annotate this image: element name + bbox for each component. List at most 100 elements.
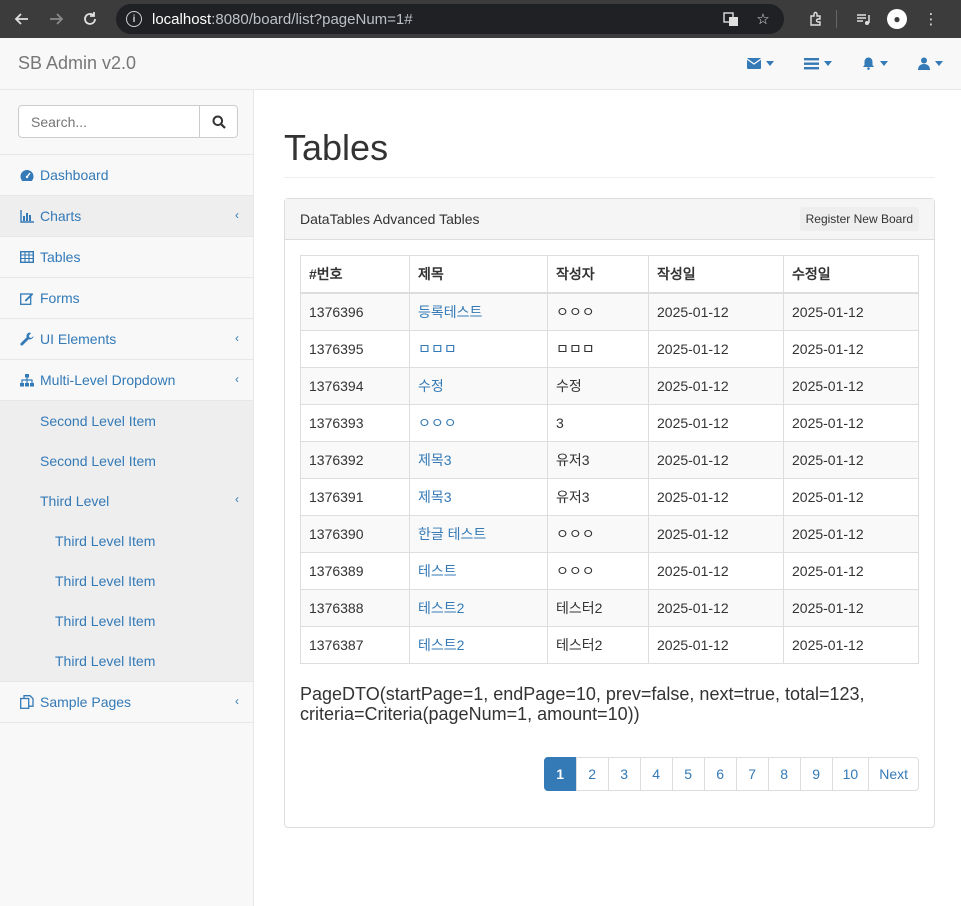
tasks-icon: [804, 57, 819, 70]
multi-level-submenu: Second Level Item Second Level Item Thir…: [0, 401, 253, 682]
media-control-icon[interactable]: [849, 5, 877, 33]
title-cell: 등록테스트: [409, 292, 548, 331]
user-dropdown[interactable]: [918, 57, 943, 70]
sidebar-item-ui-elements[interactable]: UI Elements ‹: [0, 319, 253, 360]
tables-panel: DataTables Advanced Tables Register New …: [284, 197, 935, 828]
title-cell: 테스트: [409, 551, 548, 590]
table-row: 1376393 ㅇㅇㅇ 3 2025-01-12 2025-01-12: [300, 403, 919, 442]
table-cell: 1376393: [300, 403, 410, 442]
table-header-row: #번호 제목 작성자 작성일 수정일: [300, 254, 919, 294]
board-table: #번호 제목 작성자 작성일 수정일 1376396 등록테스트 ㅇㅇㅇ 2025-01-12…: [300, 254, 919, 664]
table-cell: 수정: [547, 366, 649, 405]
table-cell: 2025-01-12: [648, 329, 784, 368]
sidebar-item-label: Sample Pages: [40, 694, 132, 710]
pagination-page[interactable]: 3: [607, 756, 641, 791]
main-content: Tables DataTables Advanced Tables Regist…: [254, 90, 961, 906]
search-input[interactable]: [18, 105, 200, 138]
table-cell: 유저3: [547, 477, 649, 516]
menu-kebab-icon[interactable]: ⋮: [917, 5, 945, 33]
table-cell: 2025-01-12: [648, 588, 784, 627]
table-row: 1376392 제목3 유저3 2025-01-12 2025-01-12: [300, 440, 919, 479]
panel-body: #번호 제목 작성자 작성일 수정일 1376396 등록테스트 ㅇㅇㅇ 2025-01-12…: [285, 240, 934, 806]
sidebar-item-dashboard[interactable]: Dashboard: [0, 155, 253, 196]
table-cell: 2025-01-12: [648, 292, 784, 331]
title-cell: 제목3: [409, 477, 548, 516]
sidebar-item-sample-pages[interactable]: Sample Pages ‹: [0, 682, 253, 723]
table-cell: 테스터2: [547, 588, 649, 627]
board-title-link[interactable]: 수정: [418, 378, 444, 394]
second-level-item[interactable]: Second Level Item: [0, 441, 253, 481]
sidebar-item-tables[interactable]: Tables: [0, 237, 253, 278]
board-title-link[interactable]: 제목3: [418, 452, 452, 468]
board-title-link[interactable]: 테스트: [418, 563, 457, 579]
search-icon: [212, 115, 226, 129]
translate-icon[interactable]: [720, 8, 742, 30]
third-level-item[interactable]: Third Level Item: [0, 641, 253, 681]
brand-title[interactable]: SB Admin v2.0: [18, 53, 717, 74]
board-title-link[interactable]: 등록테스트: [418, 304, 482, 320]
board-title-link[interactable]: 테스트2: [418, 637, 464, 653]
sidebar-item-label: Charts: [40, 208, 82, 224]
back-icon[interactable]: [8, 5, 36, 33]
site-info-icon[interactable]: i: [126, 11, 142, 27]
third-level-toggle[interactable]: Third Level ‹: [0, 481, 253, 521]
pagination-page[interactable]: 7: [735, 756, 769, 791]
wrench-icon: [19, 332, 35, 346]
column-header: 작성일: [648, 254, 784, 294]
caret-down-icon: [880, 61, 888, 66]
sidebar-item-label: Tables: [40, 249, 81, 265]
table-row: 1376394 수정 수정 2025-01-12 2025-01-12: [300, 366, 919, 405]
board-title-link[interactable]: 한글 테스트: [418, 526, 486, 542]
table-cell: 2025-01-12: [783, 551, 919, 590]
page-title: Tables: [284, 127, 389, 168]
dashboard-icon: [19, 169, 35, 182]
search-button[interactable]: [200, 105, 238, 138]
board-title-link[interactable]: ㅇㅇㅇ: [418, 415, 457, 431]
board-title-link[interactable]: 테스트2: [418, 600, 464, 616]
table-cell: 1376394: [300, 366, 410, 405]
table-cell: 2025-01-12: [783, 329, 919, 368]
sidebar-item-charts[interactable]: Charts ‹: [0, 196, 253, 237]
reload-icon[interactable]: [76, 5, 104, 33]
sidebar-item-label: Dashboard: [40, 167, 109, 183]
table-cell: 1376396: [300, 292, 410, 331]
sidebar-item-forms[interactable]: Forms: [0, 278, 253, 319]
third-level-item[interactable]: Third Level Item: [0, 601, 253, 641]
pagination-page[interactable]: 4: [639, 756, 673, 791]
table-cell: 2025-01-12: [783, 403, 919, 442]
alerts-dropdown[interactable]: [862, 57, 888, 70]
address-bar[interactable]: i localhost:8080/board/list?pageNum=1# ☆: [116, 4, 784, 34]
profile-icon[interactable]: ●: [883, 5, 911, 33]
third-level-item[interactable]: Third Level Item: [0, 521, 253, 561]
forward-icon[interactable]: [42, 5, 70, 33]
board-title-link[interactable]: ㅁㅁㅁ: [418, 341, 457, 357]
pagination-page[interactable]: 6: [703, 756, 737, 791]
extensions-icon[interactable]: [802, 5, 830, 33]
title-cell: ㅇㅇㅇ: [409, 403, 548, 442]
pagination-page[interactable]: 1: [543, 756, 577, 791]
pagination-next[interactable]: Next: [868, 756, 919, 791]
table-cell: 2025-01-12: [648, 551, 784, 590]
pagination-page[interactable]: 10: [831, 756, 870, 791]
register-board-button[interactable]: Register New Board: [799, 206, 919, 231]
table-cell: 2025-01-12: [648, 514, 784, 553]
table-cell: 1376391: [300, 477, 410, 516]
pagination-page[interactable]: 8: [767, 756, 801, 791]
board-title-link[interactable]: 제목3: [418, 489, 452, 505]
bookmark-star-icon[interactable]: ☆: [752, 8, 774, 30]
pagination-page[interactable]: 5: [671, 756, 705, 791]
second-level-item[interactable]: Second Level Item: [0, 401, 253, 441]
table-body: 1376396 등록테스트 ㅇㅇㅇ 2025-01-12 2025-01-12 13763…: [300, 292, 919, 664]
table-cell: ㅇㅇㅇ: [547, 514, 649, 553]
top-navbar: SB Admin v2.0: [0, 38, 961, 90]
third-level-item[interactable]: Third Level Item: [0, 561, 253, 601]
tasks-dropdown[interactable]: [804, 57, 832, 70]
pagination-page[interactable]: 9: [799, 756, 833, 791]
messages-dropdown[interactable]: [747, 58, 774, 69]
chevron-left-icon: ‹: [235, 372, 239, 386]
url-text[interactable]: localhost:8080/board/list?pageNum=1#: [152, 11, 710, 28]
envelope-icon: [747, 58, 761, 69]
pagination-page[interactable]: 2: [575, 756, 609, 791]
sidebar-item-multi-level-dropdown[interactable]: Multi-Level Dropdown ‹: [0, 360, 253, 401]
panel-title: DataTables Advanced Tables: [300, 210, 480, 227]
